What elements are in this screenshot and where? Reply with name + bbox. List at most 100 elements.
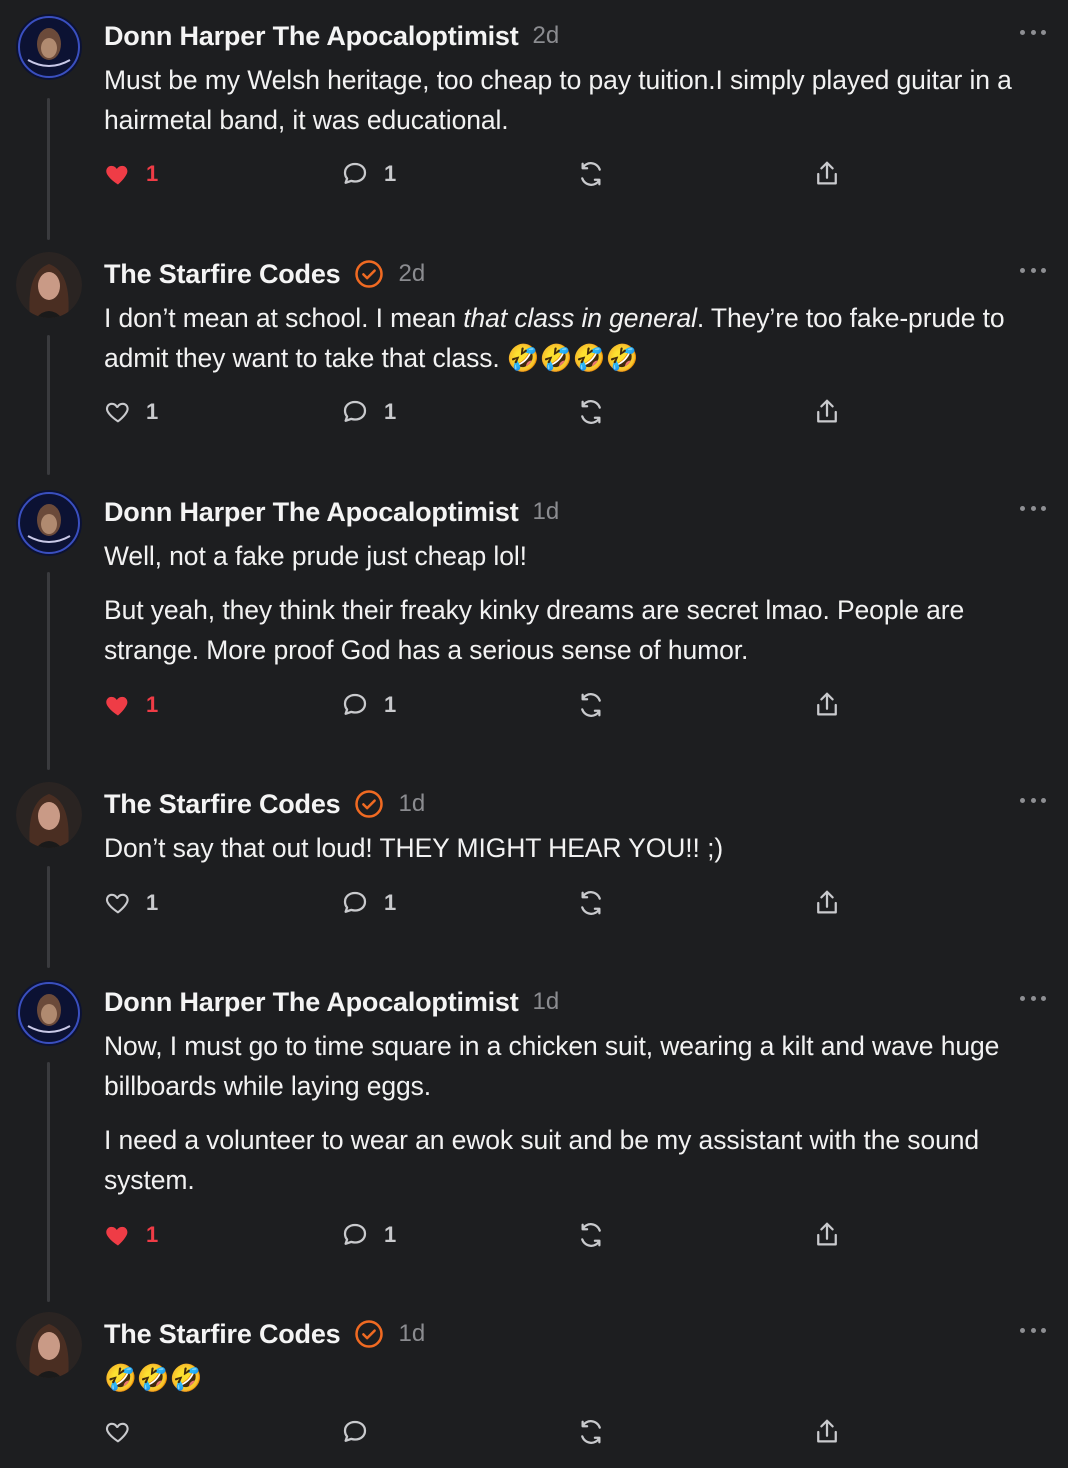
- author-name[interactable]: The Starfire Codes: [104, 789, 341, 820]
- restack-button[interactable]: [576, 1415, 606, 1449]
- like-count: 1: [146, 692, 159, 717]
- reply-count: 1: [384, 692, 397, 717]
- avatar[interactable]: [16, 980, 82, 1046]
- restack-button[interactable]: [576, 886, 606, 920]
- like-button[interactable]: 1: [104, 1218, 158, 1252]
- more-options-icon[interactable]: [1020, 504, 1046, 512]
- comment-header: The Starfire Codes 1d: [104, 1316, 425, 1352]
- like-button[interactable]: [104, 1415, 132, 1449]
- comment-bubble-icon: [343, 400, 367, 422]
- more-options-icon[interactable]: [1020, 994, 1046, 1002]
- comment-actions: 1 1: [104, 688, 864, 722]
- avatar[interactable]: [16, 1312, 82, 1378]
- restack-button[interactable]: [576, 1218, 606, 1252]
- restack-button[interactable]: [576, 688, 606, 722]
- timestamp[interactable]: 1d: [398, 1320, 425, 1348]
- starfire-codes-avatar-icon: [16, 1312, 82, 1378]
- like-button[interactable]: 1: [104, 395, 158, 429]
- avatar[interactable]: [16, 14, 82, 80]
- thread-line: [47, 866, 50, 968]
- share-button[interactable]: [812, 157, 842, 191]
- avatar[interactable]: [16, 490, 82, 556]
- like-button[interactable]: 1: [104, 688, 158, 722]
- heart-filled-icon: [106, 165, 128, 185]
- author-name[interactable]: The Starfire Codes: [104, 259, 341, 290]
- timestamp[interactable]: 2d: [533, 22, 560, 50]
- share-button[interactable]: [812, 886, 842, 920]
- comment-body: Now, I must go to time square in a chick…: [104, 1026, 1054, 1214]
- share-button[interactable]: [812, 395, 842, 429]
- comment-body: Well, not a fake prude just cheap lol! B…: [104, 536, 1054, 684]
- share-button[interactable]: [812, 1415, 842, 1449]
- heart-filled-icon: [106, 696, 128, 716]
- comment-actions: 1 1: [104, 886, 864, 920]
- reply-button[interactable]: 1: [340, 1218, 396, 1252]
- timestamp[interactable]: 1d: [398, 790, 425, 818]
- timestamp[interactable]: 1d: [533, 498, 560, 526]
- restack-icon: [581, 1223, 601, 1247]
- share-icon: [817, 161, 837, 185]
- restack-icon: [581, 400, 601, 424]
- heart-filled-icon: [106, 1226, 128, 1246]
- comment-text: I don’t mean at school. I mean that clas…: [104, 303, 1005, 373]
- like-button[interactable]: 1: [104, 886, 158, 920]
- comment-text: Don’t say that out loud! THEY MIGHT HEAR…: [104, 833, 724, 863]
- comment-header: The Starfire Codes 1d: [104, 786, 425, 822]
- more-options-icon[interactable]: [1020, 28, 1046, 36]
- author-name[interactable]: Donn Harper The Apocaloptimist: [104, 497, 519, 528]
- comment-text: Now, I must go to time square in a chick…: [104, 1031, 1000, 1101]
- restack-button[interactable]: [576, 157, 606, 191]
- comment-bubble-icon: [343, 693, 367, 715]
- restack-icon: [581, 891, 601, 915]
- like-button[interactable]: 1: [104, 157, 158, 191]
- restack-icon: [581, 693, 601, 717]
- comment-body: Must be my Welsh heritage, too cheap to …: [104, 60, 1054, 154]
- author-name[interactable]: The Starfire Codes: [104, 1319, 341, 1350]
- avatar[interactable]: [16, 252, 82, 318]
- more-options-icon[interactable]: [1020, 796, 1046, 804]
- avatar[interactable]: [16, 782, 82, 848]
- comment-header: The Starfire Codes 2d: [104, 256, 425, 292]
- like-count: 1: [146, 161, 159, 186]
- share-icon: [817, 692, 837, 716]
- restack-icon: [581, 162, 601, 186]
- comment-body: I don’t mean at school. I mean that clas…: [104, 298, 1054, 392]
- comment-body: 🤣🤣🤣: [104, 1358, 1054, 1412]
- author-name[interactable]: Donn Harper The Apocaloptimist: [104, 987, 519, 1018]
- like-count: 1: [146, 1222, 159, 1247]
- like-count: 1: [146, 890, 159, 915]
- restack-icon: [581, 1420, 601, 1444]
- comment-bubble-icon: [343, 162, 367, 184]
- share-icon: [817, 399, 837, 423]
- heart-outline-icon: [105, 402, 129, 423]
- heart-outline-icon: [105, 893, 129, 914]
- timestamp[interactable]: 2d: [398, 260, 425, 288]
- more-options-icon[interactable]: [1020, 1326, 1046, 1334]
- heart-outline-icon: [105, 1422, 129, 1443]
- reply-button[interactable]: 1: [340, 688, 396, 722]
- reply-button[interactable]: 1: [340, 886, 396, 920]
- comment-bubble-icon: [343, 891, 367, 913]
- restack-button[interactable]: [576, 395, 606, 429]
- thread-line: [47, 572, 50, 770]
- more-options-icon[interactable]: [1020, 266, 1046, 274]
- reply-button[interactable]: 1: [340, 395, 396, 429]
- verified-badge-icon: [355, 790, 384, 818]
- donn-harper-avatar-icon: [16, 980, 82, 1046]
- comment-header: Donn Harper The Apocaloptimist 2d: [104, 18, 559, 54]
- share-icon: [817, 1419, 837, 1443]
- timestamp[interactable]: 1d: [533, 988, 560, 1016]
- verified-badge-icon: [355, 260, 384, 288]
- reply-button[interactable]: 1: [340, 157, 396, 191]
- share-icon: [817, 1222, 837, 1246]
- comment-actions: 1 1: [104, 395, 864, 429]
- comment-header: Donn Harper The Apocaloptimist 1d: [104, 494, 559, 530]
- comment-text: 🤣🤣🤣: [104, 1363, 203, 1393]
- share-button[interactable]: [812, 688, 842, 722]
- comment-bubble-icon: [343, 1223, 367, 1245]
- reply-button[interactable]: [340, 1415, 370, 1449]
- author-name[interactable]: Donn Harper The Apocaloptimist: [104, 21, 519, 52]
- comment-body: Don’t say that out loud! THEY MIGHT HEAR…: [104, 828, 1054, 882]
- comment-text: But yeah, they think their freaky kinky …: [104, 595, 965, 665]
- share-button[interactable]: [812, 1218, 842, 1252]
